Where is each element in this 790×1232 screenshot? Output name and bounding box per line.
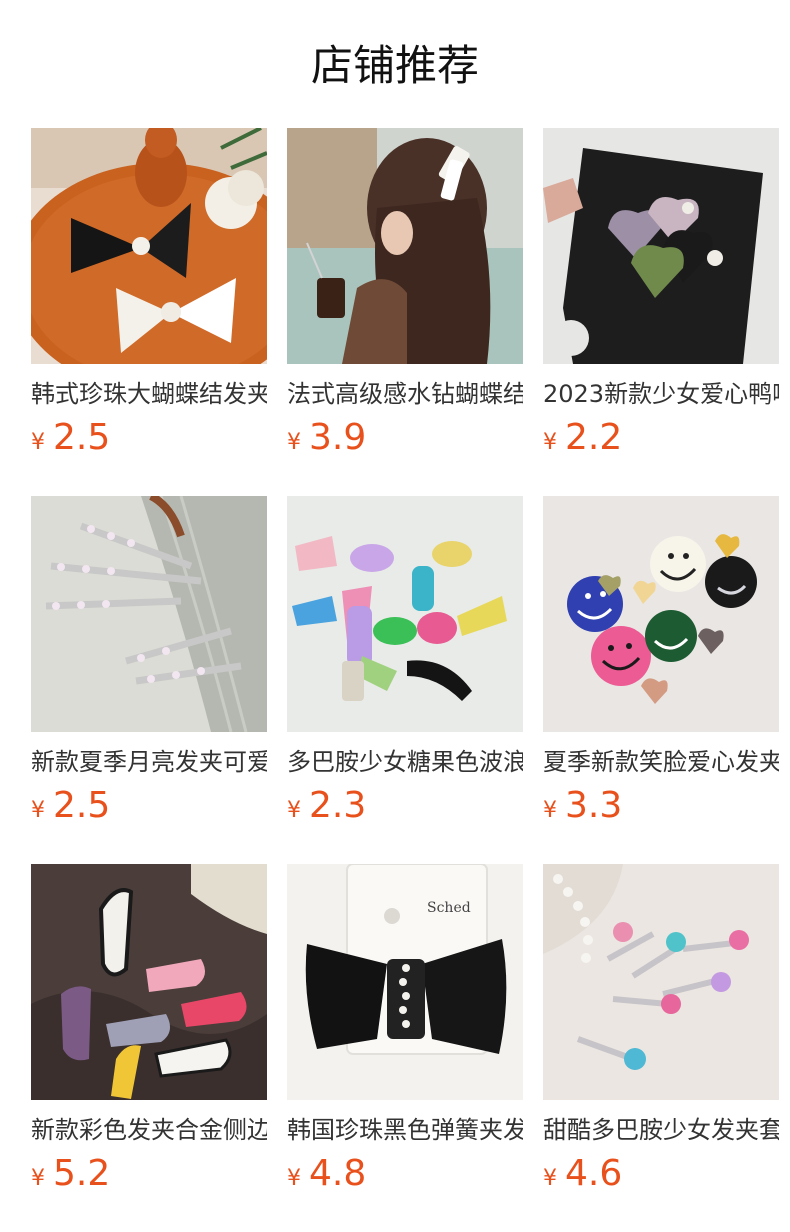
price-value: 2.3 bbox=[309, 785, 367, 826]
currency-symbol: ¥ bbox=[287, 1166, 301, 1191]
price-value: 5.2 bbox=[53, 1153, 111, 1194]
price-value: 4.8 bbox=[309, 1153, 367, 1194]
product-image[interactable] bbox=[31, 864, 267, 1100]
product-price: ¥2.5 bbox=[31, 784, 267, 828]
product-price: ¥3.3 bbox=[543, 784, 779, 828]
product-card[interactable]: 2023新款少女爱心鸭嘴夹 ¥2.2 bbox=[543, 128, 779, 460]
section-title: 店铺推荐 bbox=[310, 41, 479, 90]
currency-symbol: ¥ bbox=[31, 430, 45, 455]
price-value: 2.2 bbox=[565, 417, 623, 458]
product-card[interactable]: 韩式珍珠大蝴蝶结发夹 ¥2.5 bbox=[31, 128, 267, 460]
product-price: ¥5.2 bbox=[31, 1152, 267, 1196]
product-image[interactable] bbox=[31, 128, 267, 364]
price-value: 4.6 bbox=[565, 1153, 623, 1194]
black-satin-bow-image: Sched bbox=[287, 864, 523, 1100]
product-name[interactable]: 法式高级感水钻蝴蝶结 bbox=[287, 378, 523, 410]
product-price: ¥2.5 bbox=[31, 416, 267, 460]
currency-symbol: ¥ bbox=[31, 798, 45, 823]
product-name[interactable]: 新款彩色发夹合金侧边 bbox=[31, 1114, 267, 1146]
smiley-heart-clips-image bbox=[543, 496, 779, 732]
product-name[interactable]: 韩式珍珠大蝴蝶结发夹 bbox=[31, 378, 267, 410]
product-price: ¥4.8 bbox=[287, 1152, 523, 1196]
product-card[interactable]: 新款彩色发夹合金侧边 ¥5.2 bbox=[31, 864, 267, 1196]
product-card[interactable]: 夏季新款笑脸爱心发夹 ¥3.3 bbox=[543, 496, 779, 828]
currency-symbol: ¥ bbox=[31, 1166, 45, 1191]
rhinestone-bobby-pins-image bbox=[31, 496, 267, 732]
price-value: 3.9 bbox=[309, 417, 367, 458]
woman-white-bow-image bbox=[287, 128, 523, 364]
product-image[interactable] bbox=[287, 496, 523, 732]
shop-recommendation-page: 店铺推荐 韩式珍珠大蝴蝶结发夹 ¥ 2.5 法式高级感水钻蝴蝶结 ¥ 3.9 2… bbox=[0, 0, 790, 1232]
price-value: 3.3 bbox=[565, 785, 623, 826]
product-name[interactable]: 2023新款少女爱心鸭嘴夹 bbox=[543, 378, 779, 410]
product-image[interactable] bbox=[543, 496, 779, 732]
bow-hairclip-pearl-image bbox=[31, 128, 267, 364]
product-image[interactable]: Sched bbox=[287, 864, 523, 1100]
price-value: 2.5 bbox=[53, 785, 111, 826]
product-name[interactable]: 甜酷多巴胺少女发夹套 bbox=[543, 1114, 779, 1146]
product-image[interactable] bbox=[31, 496, 267, 732]
candy-wave-clips-image bbox=[287, 496, 523, 732]
heart-gem-snap-clips-image bbox=[543, 864, 779, 1100]
svg-text:Sched: Sched bbox=[427, 900, 471, 916]
product-price: ¥4.6 bbox=[543, 1152, 779, 1196]
colorful-snap-clips-image bbox=[31, 864, 267, 1100]
product-image[interactable] bbox=[287, 128, 523, 364]
product-image[interactable] bbox=[543, 128, 779, 364]
product-name[interactable]: 夏季新款笑脸爱心发夹 bbox=[543, 746, 779, 778]
product-name[interactable]: 多巴胺少女糖果色波浪 bbox=[287, 746, 523, 778]
currency-symbol: ¥ bbox=[543, 430, 557, 455]
product-card[interactable]: 多巴胺少女糖果色波浪 ¥2.3 bbox=[287, 496, 523, 828]
product-price: ¥2.2 bbox=[543, 416, 779, 460]
currency-symbol: ¥ bbox=[287, 798, 301, 823]
price-value: 2.5 bbox=[53, 417, 111, 458]
currency-symbol: ¥ bbox=[543, 798, 557, 823]
product-price: ¥3.9 bbox=[287, 416, 523, 460]
product-name[interactable]: 新款夏季月亮发夹可爱 bbox=[31, 746, 267, 778]
product-card[interactable]: 新款夏季月亮发夹可爱 ¥2.5 bbox=[31, 496, 267, 828]
product-name[interactable]: 韩国珍珠黑色弹簧夹发 bbox=[287, 1114, 523, 1146]
lucky-heart-clips-image bbox=[543, 128, 779, 364]
product-card[interactable]: 甜酷多巴胺少女发夹套 ¥4.6 bbox=[543, 864, 779, 1196]
product-card[interactable]: 法式高级感水钻蝴蝶结 ¥3.9 bbox=[287, 128, 523, 460]
product-card[interactable]: Sched 韩国珍珠黑色弹簧夹发 ¥4.8 bbox=[287, 864, 523, 1196]
currency-symbol: ¥ bbox=[287, 430, 301, 455]
currency-symbol: ¥ bbox=[543, 1166, 557, 1191]
product-image[interactable] bbox=[543, 864, 779, 1100]
product-price: ¥2.3 bbox=[287, 784, 523, 828]
